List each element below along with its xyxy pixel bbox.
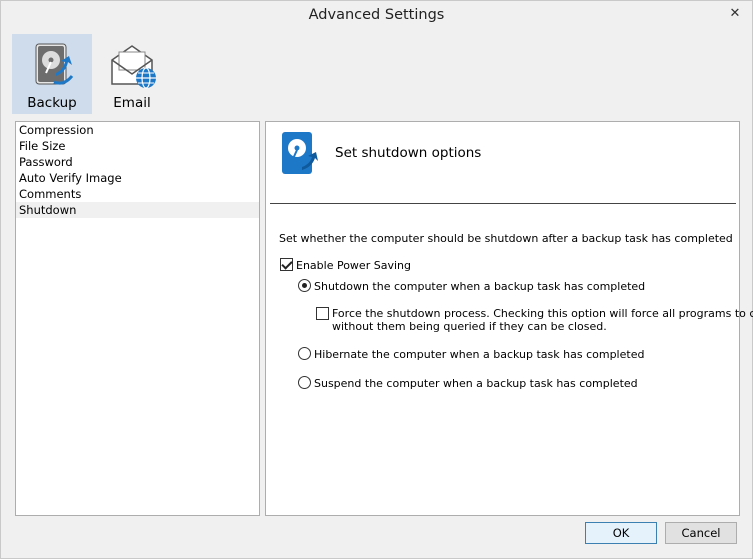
toolbar-tab-backup[interactable]: Backup xyxy=(12,34,92,114)
checkbox-checked-icon[interactable] xyxy=(280,258,293,271)
panel-divider xyxy=(270,203,736,204)
list-item-compression[interactable]: Compression xyxy=(16,122,259,138)
toolbar-tab-label: Backup xyxy=(27,95,77,111)
shutdown-drive-icon xyxy=(282,132,318,174)
cancel-button[interactable]: Cancel xyxy=(665,522,737,544)
hibernate-radio[interactable]: Hibernate the computer when a backup tas… xyxy=(298,347,644,361)
settings-category-list: Compression File Size Password Auto Veri… xyxy=(15,121,260,516)
title-bar: Advanced Settings ✕ xyxy=(1,1,752,32)
toolbar-tab-email[interactable]: Email xyxy=(92,34,172,114)
window-title: Advanced Settings xyxy=(308,7,445,23)
list-item-file-size[interactable]: File Size xyxy=(16,138,259,154)
category-toolbar: Backup Email xyxy=(1,32,752,114)
shutdown-radio[interactable]: Shutdown the computer when a backup task… xyxy=(298,279,645,293)
force-shutdown-line-2: without them being queried if they can b… xyxy=(332,320,607,333)
email-globe-icon xyxy=(111,45,156,89)
panel-description: Set whether the computer should be shutd… xyxy=(279,232,733,245)
force-shutdown-label: Force the shutdown process. Checking thi… xyxy=(332,307,753,333)
list-item-password[interactable]: Password xyxy=(16,154,259,170)
list-item-auto-verify-image[interactable]: Auto Verify Image xyxy=(16,170,259,186)
radio-unselected-icon[interactable] xyxy=(298,347,311,360)
suspend-radio[interactable]: Suspend the computer when a backup task … xyxy=(298,376,638,390)
panel-title: Set shutdown options xyxy=(335,145,482,161)
toolbar-tab-label: Email xyxy=(113,95,151,111)
radio-unselected-icon[interactable] xyxy=(298,376,311,389)
backup-drive-icon xyxy=(35,43,74,85)
ok-button[interactable]: OK xyxy=(585,522,657,544)
force-shutdown-checkbox[interactable]: Force the shutdown process. Checking thi… xyxy=(316,307,753,333)
checkbox-unchecked-icon[interactable] xyxy=(316,307,329,320)
shutdown-settings-panel: Set shutdown options Set whether the com… xyxy=(265,121,753,516)
enable-power-saving-checkbox[interactable]: Enable Power Saving xyxy=(280,258,411,272)
enable-power-saving-label: Enable Power Saving xyxy=(296,259,411,272)
advanced-settings-window: Advanced Settings ✕ Backup Email Compres… xyxy=(0,0,753,559)
shutdown-radio-label: Shutdown the computer when a backup task… xyxy=(314,280,646,293)
hibernate-radio-label: Hibernate the computer when a backup tas… xyxy=(314,348,645,361)
suspend-radio-label: Suspend the computer when a backup task … xyxy=(314,377,638,390)
radio-selected-icon[interactable] xyxy=(298,279,311,292)
force-shutdown-line-1: Force the shutdown process. Checking thi… xyxy=(332,307,753,320)
close-icon[interactable]: ✕ xyxy=(724,5,746,23)
list-item-shutdown[interactable]: Shutdown xyxy=(16,202,259,218)
list-item-comments[interactable]: Comments xyxy=(16,186,259,202)
